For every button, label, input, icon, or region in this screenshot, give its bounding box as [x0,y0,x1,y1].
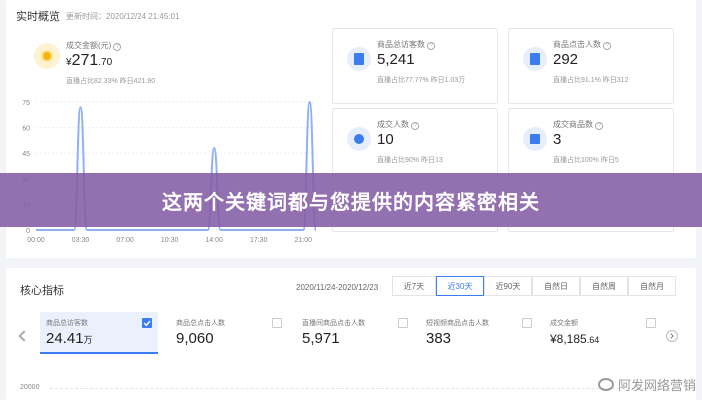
coin-icon [34,43,60,69]
metric-compare: 直播占比90% 昨日13 [377,157,443,164]
gmv-compare: 直播占比82.33% 昨日421.90 [66,78,156,85]
tab-natural-week[interactable]: 自然周 [580,276,628,296]
gmv-value: ¥271.70 [66,52,113,69]
caption-banner: 这两个关键词都与您提供的内容紧密相关 [0,173,702,227]
tab-30d[interactable]: 近30天 [436,276,484,296]
x-tick-label: 00:00 [27,237,45,244]
chevron-right-icon[interactable] [666,330,678,342]
wechat-icon [597,378,614,391]
gmv-label: 成交金额(元) [66,41,112,50]
core-metrics-panel: 核心指标 2020/11/24-2020/12/23 近7天 近30天 近90天… [6,268,696,400]
caption-text: 这两个关键词都与您提供的内容紧密相关 [162,189,540,214]
core-metric-gmv[interactable]: 成交金额 ¥8,185.64 [544,312,662,354]
metric-card-clicks[interactable]: 商品点击人数? 292 直播占比91.1% 昨日312 [508,28,674,104]
help-icon[interactable]: ? [595,122,603,130]
grid-line [50,388,680,389]
x-tick-label: 14:00 [205,237,223,244]
axis-top-label: 20000 [20,384,40,391]
metric-value: 5,241 [377,51,415,68]
document-icon [347,47,371,71]
core-metric-visitors[interactable]: 商品总访客数 24.41万 [40,312,158,354]
help-icon[interactable]: ? [411,122,419,130]
y-tick-label: 45 [22,151,30,158]
y-tick-label: 0 [26,228,30,235]
y-tick-label: 60 [22,126,30,133]
metric-compare: 直播占比91.1% 昨日312 [553,77,629,84]
document-icon [523,47,547,71]
help-icon[interactable]: ? [603,42,611,50]
metric-compare: 直播占比77.77% 昨日1.03万 [377,77,466,84]
metric-value: 292 [553,51,579,68]
user-icon [347,127,371,151]
metric-value: 3 [553,131,562,148]
metric-value: 10 [377,131,394,148]
x-tick-label: 07:00 [116,237,134,244]
metric-compare: 直播占比100% 昨日5 [553,157,619,164]
core-metric-video-clicks[interactable]: 短视频商品点击人数 383 [420,312,538,354]
overview-title: 实时概览 [16,11,60,23]
checkbox[interactable] [646,318,656,328]
date-range[interactable]: 2020/11/24-2020/12/23 [296,283,378,292]
core-metric-live-clicks[interactable]: 直播间商品点击人数 5,971 [296,312,414,354]
x-tick-label: 21:00 [295,237,313,244]
help-icon[interactable]: ? [427,42,435,50]
x-tick-label: 17:30 [250,237,268,244]
tab-natural-month[interactable]: 自然月 [628,276,676,296]
tab-7d[interactable]: 近7天 [392,276,436,296]
chevron-left-icon[interactable] [18,330,30,342]
watermark: 阿发网络营销 [597,375,696,394]
box-icon [523,127,547,151]
tab-natural-day[interactable]: 自然日 [532,276,580,296]
checkbox[interactable] [522,318,532,328]
update-time: 更新时间：2020/12/24 21:45:01 [66,12,180,21]
checkbox[interactable] [272,318,282,328]
x-tick-label: 10:30 [161,237,179,244]
metric-card-visitors[interactable]: 商品总访客数? 5,241 直播占比77.77% 昨日1.03万 [332,28,498,104]
core-title: 核心指标 [20,285,64,297]
y-tick-label: 75 [22,100,30,107]
checkbox[interactable] [398,318,408,328]
core-metric-clicks[interactable]: 商品总点击人数 9,060 [170,312,288,354]
checkbox[interactable] [142,318,152,328]
x-tick-label: 03:30 [72,237,90,244]
tab-90d[interactable]: 近90天 [484,276,532,296]
help-icon[interactable]: ? [113,43,122,51]
